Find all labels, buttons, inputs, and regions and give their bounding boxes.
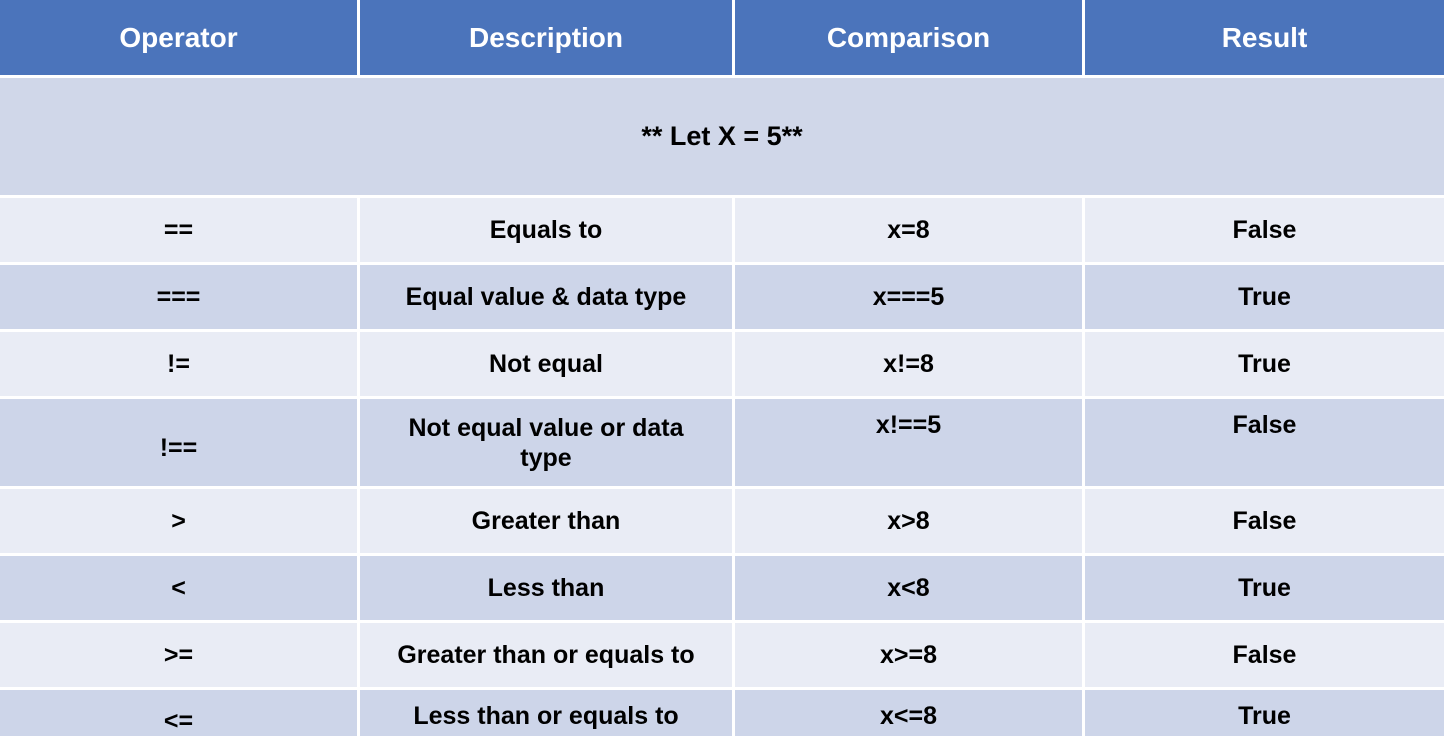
note-text: ** Let X = 5** [0,78,1444,198]
cell-operator: >= [0,623,360,690]
cell-description-line1: Not equal value or data [408,414,683,442]
cell-result: False [1085,198,1444,265]
cell-result: False [1085,489,1444,556]
cell-description: Not equal [360,332,735,399]
cell-description: Not equal value or data type [360,399,735,489]
table-row: >= Greater than or equals to x>=8 False [0,623,1444,690]
cell-comparison: x>=8 [735,623,1085,690]
comparison-operators-table: Operator Description Comparison Result *… [0,0,1444,736]
cell-operator: == [0,198,360,265]
cell-comparison: x<8 [735,556,1085,623]
cell-result: False [1085,399,1444,489]
header-comparison: Comparison [735,0,1085,78]
table-row: !== Not equal value or data type x!==5 F… [0,399,1444,489]
cell-comparison: x!=8 [735,332,1085,399]
cell-operator: != [0,332,360,399]
table-header-row: Operator Description Comparison Result [0,0,1444,78]
cell-operator: <= [0,690,360,736]
table-row: <= Less than or equals to x<=8 True [0,690,1444,736]
cell-comparison: x!==5 [735,399,1085,489]
cell-result: True [1085,556,1444,623]
header-operator: Operator [0,0,360,78]
cell-comparison: x<=8 [735,690,1085,736]
header-description: Description [360,0,735,78]
table-row: == Equals to x=8 False [0,198,1444,265]
cell-description: Greater than or equals to [360,623,735,690]
table-row: < Less than x<8 True [0,556,1444,623]
cell-result: False [1085,623,1444,690]
cell-operator: > [0,489,360,556]
cell-description: Equals to [360,198,735,265]
table-row: != Not equal x!=8 True [0,332,1444,399]
table-row: > Greater than x>8 False [0,489,1444,556]
note-row: ** Let X = 5** [0,78,1444,198]
cell-result: True [1085,332,1444,399]
cell-description: Less than or equals to [360,690,735,736]
cell-description-line2: type [520,444,571,472]
cell-description: Less than [360,556,735,623]
header-result: Result [1085,0,1444,78]
cell-description: Greater than [360,489,735,556]
cell-result: True [1085,690,1444,736]
cell-result: True [1085,265,1444,332]
cell-comparison: x===5 [735,265,1085,332]
cell-comparison: x>8 [735,489,1085,556]
cell-description: Equal value & data type [360,265,735,332]
cell-operator: !== [0,399,360,489]
table-row: === Equal value & data type x===5 True [0,265,1444,332]
cell-operator: < [0,556,360,623]
cell-comparison: x=8 [735,198,1085,265]
cell-operator: === [0,265,360,332]
